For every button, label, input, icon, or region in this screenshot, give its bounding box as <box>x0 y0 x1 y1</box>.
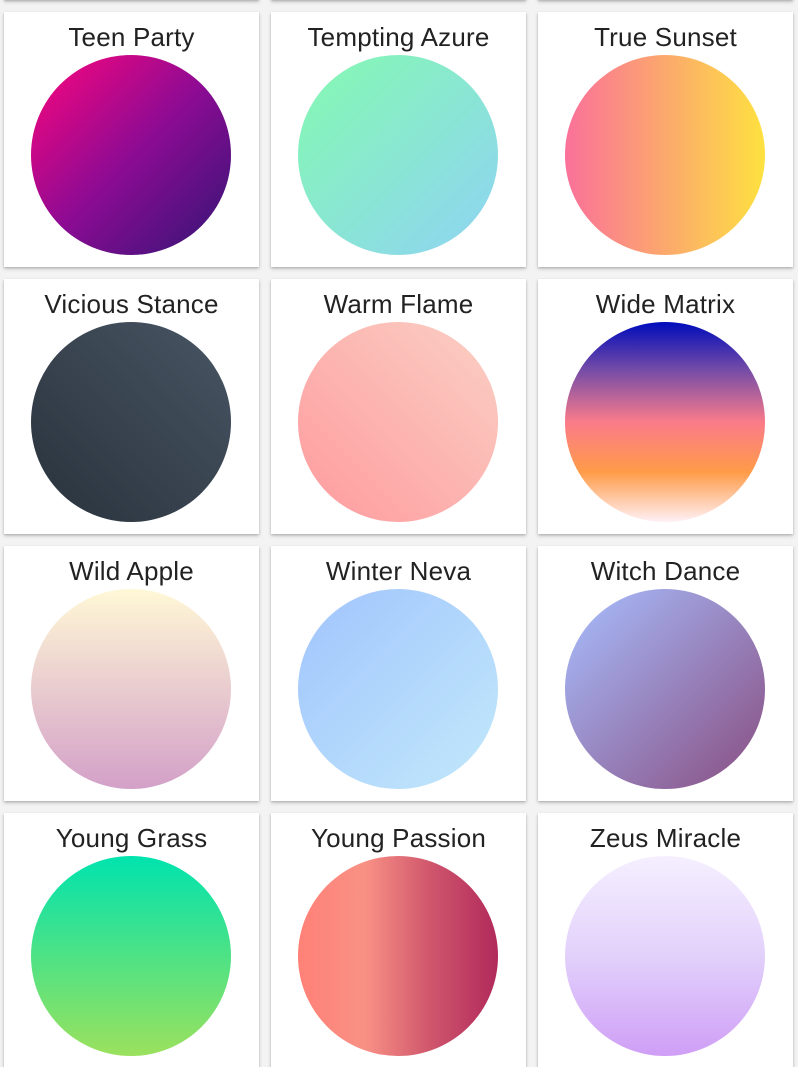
gradient-name: Wide Matrix <box>595 289 736 319</box>
gradient-card-witch-dance[interactable]: Witch Dance <box>538 546 793 801</box>
gradient-card-zeus-miracle[interactable]: Zeus Miracle <box>538 813 793 1067</box>
gradient-swatch <box>298 589 498 789</box>
gradient-name: Zeus Miracle <box>589 823 742 853</box>
gradient-name: Vicious Stance <box>44 289 219 319</box>
gradient-swatch <box>565 322 765 522</box>
gradient-card-teen-party[interactable]: Teen Party <box>4 12 259 267</box>
gradient-name: True Sunset <box>594 22 737 52</box>
gradient-card-tempting-azure[interactable]: Tempting Azure <box>271 12 526 267</box>
gradient-card-vicious-stance[interactable]: Vicious Stance <box>4 279 259 534</box>
gradient-card-winter-neva[interactable]: Winter Neva <box>271 546 526 801</box>
gradient-swatch <box>31 856 231 1056</box>
gradient-name: Young Grass <box>55 823 208 853</box>
gradient-swatch <box>298 856 498 1056</box>
gradient-swatch <box>31 589 231 789</box>
gradient-swatch <box>298 322 498 522</box>
gradient-swatch <box>31 322 231 522</box>
gradient-card-wild-apple[interactable]: Wild Apple <box>4 546 259 801</box>
gradient-gallery: Teen Party Tempting Azure True Sunset Vi… <box>0 0 798 1067</box>
gradient-card-young-grass[interactable]: Young Grass <box>4 813 259 1067</box>
gradient-name: Witch Dance <box>590 556 741 586</box>
gradient-card-warm-flame[interactable]: Warm Flame <box>271 279 526 534</box>
gradient-swatch <box>565 589 765 789</box>
gradient-name: Teen Party <box>68 22 195 52</box>
gradient-grid: Teen Party Tempting Azure True Sunset Vi… <box>4 0 793 1067</box>
gradient-card-wide-matrix[interactable]: Wide Matrix <box>538 279 793 534</box>
gradient-swatch <box>565 856 765 1056</box>
gradient-card-young-passion[interactable]: Young Passion <box>271 813 526 1067</box>
gradient-name: Wild Apple <box>69 556 194 586</box>
gradient-card-true-sunset[interactable]: True Sunset <box>538 12 793 267</box>
gradient-name: Young Passion <box>310 823 487 853</box>
gradient-swatch <box>31 55 231 255</box>
gradient-name: Tempting Azure <box>307 22 490 52</box>
gradient-swatch <box>565 55 765 255</box>
gradient-name: Winter Neva <box>325 556 472 586</box>
gradient-name: Warm Flame <box>323 289 474 319</box>
gradient-swatch <box>298 55 498 255</box>
